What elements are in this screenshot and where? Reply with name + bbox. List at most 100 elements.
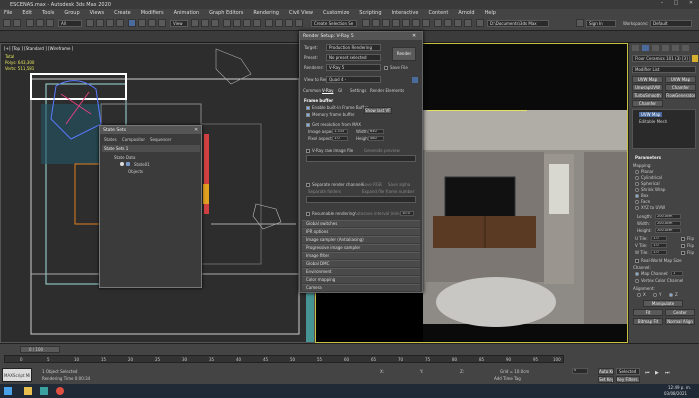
add-time-tag[interactable]: Add Time Tag: [494, 376, 521, 381]
x-coordinate[interactable]: X:: [380, 369, 384, 374]
menu-arnold[interactable]: Arnold: [458, 10, 474, 16]
view-to-render-dropdown[interactable]: Quad 4 - PhysCamera001: [326, 76, 381, 83]
mapping-cylindrical-radio[interactable]: [635, 176, 639, 180]
z-coordinate[interactable]: Z:: [460, 369, 464, 374]
align-y-radio[interactable]: [653, 293, 657, 297]
lock-view-icon[interactable]: [412, 77, 418, 83]
map-channel-spinner[interactable]: 1: [671, 271, 683, 276]
mirror-icon[interactable]: [275, 19, 283, 27]
mapping-xyz-radio[interactable]: [635, 206, 639, 210]
menu-content[interactable]: Content: [428, 10, 448, 16]
tab-common[interactable]: Common: [303, 88, 321, 93]
hierarchy-tab-icon[interactable]: [652, 45, 659, 51]
wtile-spinner[interactable]: 1.0: [651, 250, 667, 255]
render-setup-dialog[interactable]: Render Setup: V-Ray 5 ✕ Target: Producti…: [299, 31, 423, 293]
flowgenerator-button[interactable]: FlowGenerator: [665, 92, 696, 99]
move-icon[interactable]: [128, 19, 136, 27]
rollout-global-dmc[interactable]: Global DMC: [302, 260, 420, 267]
state-data-item[interactable]: State Data: [114, 155, 135, 160]
menu-customize[interactable]: Customize: [323, 10, 349, 16]
motion-tab-icon[interactable]: [662, 45, 669, 51]
menu-group[interactable]: Group: [64, 10, 79, 16]
spinner-snap-icon[interactable]: [253, 19, 261, 27]
link-icon[interactable]: [26, 19, 34, 27]
rotate-icon[interactable]: [138, 19, 146, 27]
get-resolution-checkbox[interactable]: [306, 123, 310, 127]
workspace-dropdown[interactable]: Default: [650, 20, 692, 27]
material-editor-icon[interactable]: [382, 19, 390, 27]
tab-settings[interactable]: Settings: [350, 88, 366, 93]
center-button[interactable]: Center: [665, 309, 695, 316]
vray-light-icon[interactable]: [444, 19, 452, 27]
render-setup-close-icon[interactable]: ✕: [412, 33, 416, 39]
rollout-progressive-sampler[interactable]: Progressive image sampler: [302, 244, 420, 251]
menu-views[interactable]: Views: [90, 10, 104, 16]
render-state-icon[interactable]: [120, 162, 124, 166]
vertex-color-radio[interactable]: [635, 279, 639, 283]
state-menu-states[interactable]: States: [104, 137, 117, 142]
menu-modifiers[interactable]: Modifiers: [141, 10, 164, 16]
render-setup-titlebar[interactable]: Render Setup: V-Ray 5 ✕: [300, 32, 422, 40]
curve-editor-icon[interactable]: [362, 19, 370, 27]
state-sets-close-icon[interactable]: ✕: [194, 127, 198, 133]
select-manipulate-icon[interactable]: [201, 19, 209, 27]
toggle-scene-explorer-icon[interactable]: [295, 19, 303, 27]
height-spinner-rp[interactable]: 200.0cm: [655, 228, 681, 233]
align-icon[interactable]: [285, 19, 293, 27]
browser-taskbar-icon[interactable]: [56, 387, 64, 395]
autosave-spinner[interactable]: 10.0: [400, 211, 414, 216]
modifier-list-dropdown[interactable]: Modifier List: [632, 66, 696, 73]
length-spinner[interactable]: 200.0cm: [655, 214, 681, 219]
menu-scripting[interactable]: Scripting: [359, 10, 381, 16]
go-to-start-icon[interactable]: ⏮: [645, 370, 650, 376]
selected-dropdown[interactable]: Selected: [616, 368, 640, 375]
render-setup-icon[interactable]: [392, 19, 400, 27]
select-object-icon[interactable]: [86, 19, 94, 27]
uflip-checkbox[interactable]: [681, 237, 685, 241]
uvw-map-button-2[interactable]: UVW Map: [665, 76, 696, 83]
vray-icon[interactable]: [434, 19, 442, 27]
menu-civil-view[interactable]: Civil View: [289, 10, 313, 16]
menu-graph-editors[interactable]: Graph Editors: [209, 10, 243, 16]
modify-tab-icon[interactable]: [642, 45, 649, 51]
minimize-button[interactable]: –: [655, 0, 669, 9]
tab-gi[interactable]: GI: [338, 88, 342, 93]
uvw-map-button-1[interactable]: UVW Map: [632, 76, 663, 83]
create-tab-icon[interactable]: [632, 45, 639, 51]
chamfer-button[interactable]: Chamfer: [665, 84, 696, 91]
resumable-checkbox[interactable]: [306, 212, 310, 216]
menu-help[interactable]: Help: [485, 10, 496, 16]
tab-render-elements[interactable]: Render Elements: [370, 88, 404, 93]
home-folder-icon[interactable]: [476, 19, 484, 27]
state01-item[interactable]: State01: [134, 162, 150, 167]
menu-interactive[interactable]: Interactive: [392, 10, 419, 16]
schematic-view-icon[interactable]: [372, 19, 380, 27]
undo-icon[interactable]: [3, 19, 11, 27]
object-color-swatch[interactable]: [692, 55, 698, 62]
object-name-field[interactable]: Floor Ceramics 101 (3) [3]: [632, 55, 690, 62]
mapping-box-radio[interactable]: [635, 194, 639, 198]
rollout-camera[interactable]: Camera: [302, 284, 420, 291]
maximize-button[interactable]: □: [669, 0, 683, 9]
channels-file-path[interactable]: [306, 196, 416, 203]
snaps-toggle-icon[interactable]: [223, 19, 231, 27]
modifier-stack[interactable]: UVW Map Editable Mesh: [632, 109, 696, 149]
windows-start-icon[interactable]: [4, 387, 12, 395]
menu-file[interactable]: File: [4, 10, 12, 16]
display-tab-icon[interactable]: [672, 45, 679, 51]
scale-icon[interactable]: [148, 19, 156, 27]
menu-rendering[interactable]: Rendering: [253, 10, 279, 16]
rollout-image-filter[interactable]: Image filter: [302, 252, 420, 259]
realworld-checkbox[interactable]: [635, 259, 639, 263]
render-in-cloud-icon[interactable]: [422, 19, 430, 27]
align-x-radio[interactable]: [637, 293, 641, 297]
rollout-global-switches[interactable]: Global switches: [302, 220, 420, 227]
width-spinner[interactable]: 640: [368, 129, 384, 134]
mapping-spherical-radio[interactable]: [635, 182, 639, 186]
vtile-spinner[interactable]: 1.0: [651, 243, 667, 248]
align-z-radio[interactable]: [669, 293, 673, 297]
enable-fb-checkbox[interactable]: [306, 106, 310, 110]
go-to-end-icon[interactable]: ⏭: [665, 370, 670, 376]
image-aspect-spinner[interactable]: 1.333: [332, 129, 348, 134]
menu-create[interactable]: Create: [114, 10, 131, 16]
